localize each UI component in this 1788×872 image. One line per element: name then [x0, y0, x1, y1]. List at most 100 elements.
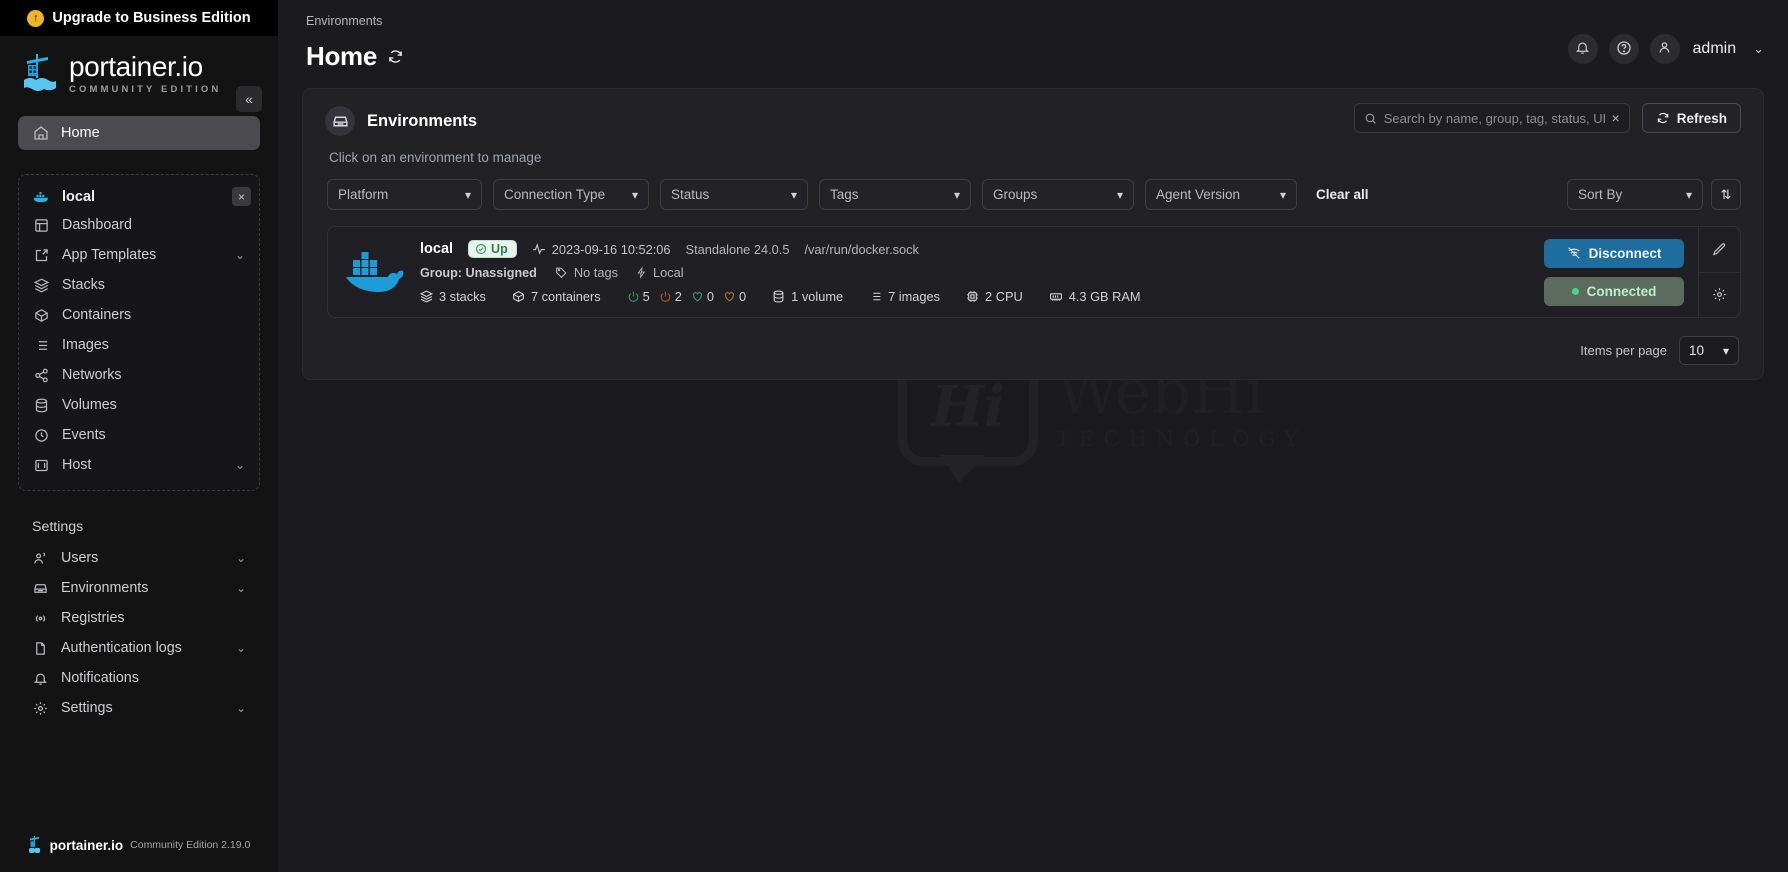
clear-all-filters-button[interactable]: Clear all	[1316, 187, 1369, 202]
breadcrumb[interactable]: Environments	[306, 14, 1760, 28]
sort-by-label: Sort By	[1578, 187, 1622, 202]
clear-search-button[interactable]: ×	[1612, 111, 1620, 125]
environment-location: Local	[636, 265, 684, 280]
chevron-down-icon: ⌄	[236, 701, 246, 715]
disconnect-button[interactable]: Disconnect	[1544, 239, 1684, 268]
sidebar-current-environment[interactable]: local ×	[19, 183, 259, 210]
environments-icon	[325, 106, 355, 136]
memory-icon	[1049, 290, 1063, 303]
sidebar-item-volumes[interactable]: Volumes	[19, 390, 259, 420]
sidebar-item-notifications[interactable]: Notifications	[18, 663, 260, 693]
refresh-button-label: Refresh	[1677, 111, 1727, 126]
page-title: Home	[306, 41, 377, 72]
chevron-down-icon: ⌄	[235, 248, 245, 262]
sidebar-item-app-templates[interactable]: App Templates ⌄	[19, 240, 259, 270]
stat-stacks: 3 stacks	[420, 289, 486, 304]
collapse-sidebar-button[interactable]: «	[236, 86, 262, 112]
filter-platform[interactable]: Platform ▾	[327, 179, 482, 210]
refresh-icon[interactable]	[387, 48, 404, 65]
items-per-page-select[interactable]: 10 ▾	[1679, 336, 1739, 365]
sidebar-item-settings[interactable]: Settings ⌄	[18, 693, 260, 723]
search-box[interactable]: ×	[1354, 103, 1630, 133]
sidebar-item-authentication-logs[interactable]: Authentication logs ⌄	[18, 633, 260, 663]
notifications-button[interactable]	[1568, 34, 1598, 64]
avatar[interactable]	[1650, 34, 1680, 64]
topbar-actions: admin ⌄	[1568, 34, 1764, 64]
sidebar-item-home[interactable]: Home	[18, 116, 260, 150]
stat-cpu: 2 CPU	[966, 289, 1023, 304]
clear-environment-button[interactable]: ×	[232, 187, 251, 206]
chevron-down-icon: ▾	[791, 188, 797, 202]
environment-line-primary: local Up 2023-09-	[420, 240, 1530, 258]
sidebar-item-environments[interactable]: Environments ⌄	[18, 573, 260, 603]
filter-groups[interactable]: Groups ▾	[982, 179, 1134, 210]
document-icon	[32, 640, 49, 657]
sidebar-item-registries[interactable]: Registries	[18, 603, 260, 633]
database-icon	[772, 290, 785, 303]
refresh-button[interactable]: Refresh	[1642, 103, 1741, 133]
user-name[interactable]: admin	[1693, 40, 1737, 58]
sidebar-item-dashboard[interactable]: Dashboard	[19, 210, 259, 240]
brand-name: portainer.io	[69, 53, 221, 81]
sidebar-item-host[interactable]: Host ⌄	[19, 450, 259, 480]
gear-icon	[1712, 287, 1727, 302]
sidebar-item-stacks[interactable]: Stacks	[19, 270, 259, 300]
portainer-footer-logo-icon	[28, 835, 43, 855]
clock-icon	[33, 427, 50, 444]
chevron-down-icon: ▾	[465, 188, 471, 202]
help-button[interactable]	[1609, 34, 1639, 64]
filter-agent-version-label: Agent Version	[1156, 187, 1240, 202]
sidebar-item-containers-label: Containers	[62, 307, 131, 323]
box-icon	[33, 307, 50, 324]
server-icon	[33, 457, 50, 474]
sidebar-item-environments-label: Environments	[61, 580, 148, 596]
users-icon	[32, 550, 49, 567]
search-input[interactable]	[1384, 111, 1605, 126]
portainer-logo-icon	[22, 52, 60, 96]
environments-card-actions: × Refresh	[1354, 103, 1741, 133]
cpu-icon	[966, 290, 979, 303]
chevron-down-icon: ⌄	[236, 551, 246, 565]
sidebar-item-events-label: Events	[62, 427, 106, 443]
sort-direction-button[interactable]: ⇅	[1711, 179, 1741, 210]
sort-by-select[interactable]: Sort By ▾	[1567, 179, 1703, 210]
environment-settings-button[interactable]	[1699, 272, 1740, 318]
sidebar-item-users[interactable]: Users ⌄	[18, 543, 260, 573]
chevron-down-icon: ▾	[1723, 344, 1729, 358]
sidebar-item-containers[interactable]: Containers	[19, 300, 259, 330]
environment-row-local[interactable]: local Up 2023-09-	[327, 226, 1741, 318]
status-badge-label: Up	[491, 242, 508, 256]
disconnect-button-label: Disconnect	[1589, 246, 1662, 261]
search-icon	[1364, 112, 1377, 125]
edit-environment-button[interactable]	[1699, 227, 1740, 272]
home-icon	[32, 125, 49, 142]
stat-volumes-label: 1 volume	[791, 289, 843, 304]
main-content: Hi WebHi TECHNOLOGY Environments Home	[278, 0, 1788, 872]
sidebar: ↑ Upgrade to Business Edition portainer.…	[0, 0, 278, 872]
sidebar-item-events[interactable]: Events	[19, 420, 259, 450]
environment-stats: 3 stacks 7 containers 5	[420, 289, 1530, 304]
database-icon	[33, 397, 50, 414]
filter-connection-type[interactable]: Connection Type ▾	[493, 179, 649, 210]
connected-status-label: Connected	[1587, 284, 1657, 299]
filter-tags[interactable]: Tags ▾	[819, 179, 971, 210]
filter-agent-version[interactable]: Agent Version ▾	[1145, 179, 1297, 210]
layers-icon	[420, 290, 433, 303]
bell-icon	[32, 670, 49, 687]
sort-arrows-icon: ⇅	[1721, 187, 1732, 203]
filter-status[interactable]: Status ▾	[660, 179, 808, 210]
sidebar-item-networks[interactable]: Networks	[19, 360, 259, 390]
connected-status-button[interactable]: Connected	[1544, 277, 1684, 306]
footer-version: Community Edition 2.19.0	[130, 839, 250, 851]
containers-unhealthy-count: 0	[739, 289, 746, 304]
sidebar-settings-group: Settings Users ⌄ Environments ⌄ Registri…	[0, 519, 278, 723]
environments-icon	[32, 580, 49, 597]
edit-square-icon	[33, 247, 50, 264]
sidebar-item-images-label: Images	[62, 337, 109, 353]
watermark-badge-text: Hi	[931, 374, 1005, 440]
page-title-row: Home	[306, 41, 1760, 72]
chevron-down-icon[interactable]: ⌄	[1753, 41, 1764, 57]
upgrade-to-business-edition-banner[interactable]: ↑ Upgrade to Business Edition	[0, 0, 278, 36]
sidebar-item-images[interactable]: Images	[19, 330, 259, 360]
stat-cpu-label: 2 CPU	[985, 289, 1023, 304]
